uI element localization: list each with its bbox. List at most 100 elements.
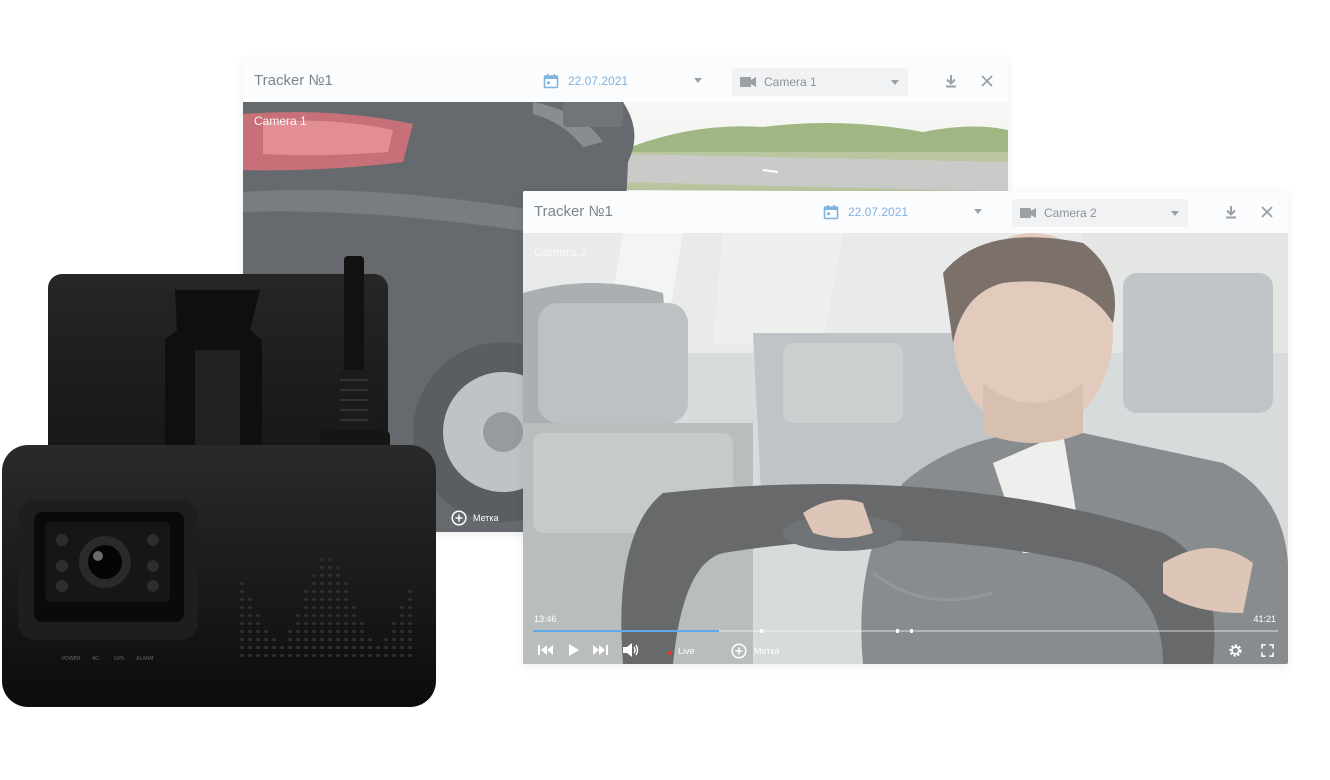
add-mark-icon[interactable] (731, 643, 747, 659)
grille-hole (240, 590, 244, 593)
grille-hole (344, 646, 348, 649)
grille-hole (408, 614, 412, 617)
download-icon[interactable] (1223, 204, 1239, 220)
grille-hole (296, 630, 300, 633)
grille-hole (344, 606, 348, 609)
grille-hole (344, 638, 348, 641)
grille-hole (352, 606, 356, 609)
grille-hole (328, 622, 332, 625)
grille-hole (344, 590, 348, 593)
grille-hole (344, 582, 348, 585)
grille-hole (240, 614, 244, 617)
grille-hole (312, 646, 316, 649)
grille-hole (304, 638, 308, 641)
grille-hole (360, 630, 364, 633)
grille-hole (264, 630, 268, 633)
grille-hole (400, 622, 404, 625)
grille-hole (272, 654, 276, 657)
grille-hole (296, 638, 300, 641)
grille-hole (240, 606, 244, 609)
grille-hole (368, 646, 372, 649)
window-title: Tracker №1 (254, 72, 333, 89)
bookmark-marker[interactable] (910, 629, 913, 633)
grille-hole (336, 566, 340, 569)
progress-bar[interactable] (533, 629, 1278, 633)
grille-hole (304, 590, 308, 593)
grille-hole (328, 598, 332, 601)
grille-hole (328, 614, 332, 617)
grille-hole (320, 558, 324, 561)
calendar-icon (823, 205, 839, 220)
grille-hole (352, 646, 356, 649)
grille-hole (312, 582, 316, 585)
grille-hole (312, 590, 316, 593)
grille-hole (328, 606, 332, 609)
chevron-down-icon (891, 80, 899, 85)
grille-hole (328, 654, 332, 657)
grille-hole (376, 646, 380, 649)
fullscreen-icon[interactable] (1261, 644, 1274, 657)
bookmark-marker[interactable] (760, 629, 763, 633)
mark-label[interactable]: Метка (473, 513, 499, 523)
grille-hole (248, 614, 252, 617)
date-picker[interactable]: 22.07.2021 (540, 68, 708, 94)
current-time: 13:46 (534, 614, 557, 624)
skip-back-icon[interactable] (538, 644, 554, 656)
grille-hole (240, 598, 244, 601)
grille-hole (408, 646, 412, 649)
live-button[interactable]: Live (678, 646, 695, 656)
grille-hole (336, 638, 340, 641)
grille-hole (320, 598, 324, 601)
grille-hole (312, 622, 316, 625)
grille-hole (264, 638, 268, 641)
skip-forward-icon[interactable] (592, 644, 608, 656)
grille-hole (408, 598, 412, 601)
grille-hole (288, 630, 292, 633)
total-time: 41:21 (1253, 614, 1276, 624)
grille-hole (296, 646, 300, 649)
grille-hole (312, 630, 316, 633)
grille-hole (408, 622, 412, 625)
grille-hole (328, 630, 332, 633)
grille-hole (320, 582, 324, 585)
indicator-power: POWER (62, 656, 81, 662)
grille-hole (352, 638, 356, 641)
date-value: 22.07.2021 (568, 74, 629, 88)
grille-hole (304, 622, 308, 625)
play-icon[interactable] (569, 644, 579, 656)
grille-hole (312, 598, 316, 601)
grille-hole (392, 646, 396, 649)
date-picker[interactable]: 22.07.2021 (820, 199, 988, 225)
window-title: Tracker №1 (534, 203, 613, 220)
grille-hole (320, 614, 324, 617)
grille-hole (264, 646, 268, 649)
close-icon[interactable] (979, 73, 995, 89)
grille-hole (240, 646, 244, 649)
camera-select[interactable]: Camera 2 (1012, 199, 1188, 227)
grille-hole (336, 622, 340, 625)
mark-label[interactable]: Метка (754, 646, 780, 656)
grille-hole (384, 646, 388, 649)
camera-select[interactable]: Camera 1 (732, 68, 908, 96)
grille-hole (328, 590, 332, 593)
grille-hole (304, 654, 308, 657)
camera-label: Camera 1 (254, 114, 307, 128)
grille-hole (320, 606, 324, 609)
grille-hole (384, 654, 388, 657)
grille-hole (408, 606, 412, 609)
video-viewport[interactable]: Camera 2 13:46 41:21 Live Метка (523, 233, 1288, 664)
grille-hole (320, 622, 324, 625)
grille-hole (344, 598, 348, 601)
download-icon[interactable] (943, 73, 959, 89)
add-mark-icon[interactable] (451, 510, 467, 526)
grille-hole (320, 590, 324, 593)
volume-icon[interactable] (623, 643, 639, 657)
bookmark-marker[interactable] (896, 629, 899, 633)
grille-hole (240, 630, 244, 633)
close-icon[interactable] (1259, 204, 1275, 220)
gear-icon[interactable] (1228, 643, 1243, 658)
grille-hole (344, 630, 348, 633)
grille-hole (336, 598, 340, 601)
grille-hole (368, 638, 372, 641)
grille-hole (240, 638, 244, 641)
